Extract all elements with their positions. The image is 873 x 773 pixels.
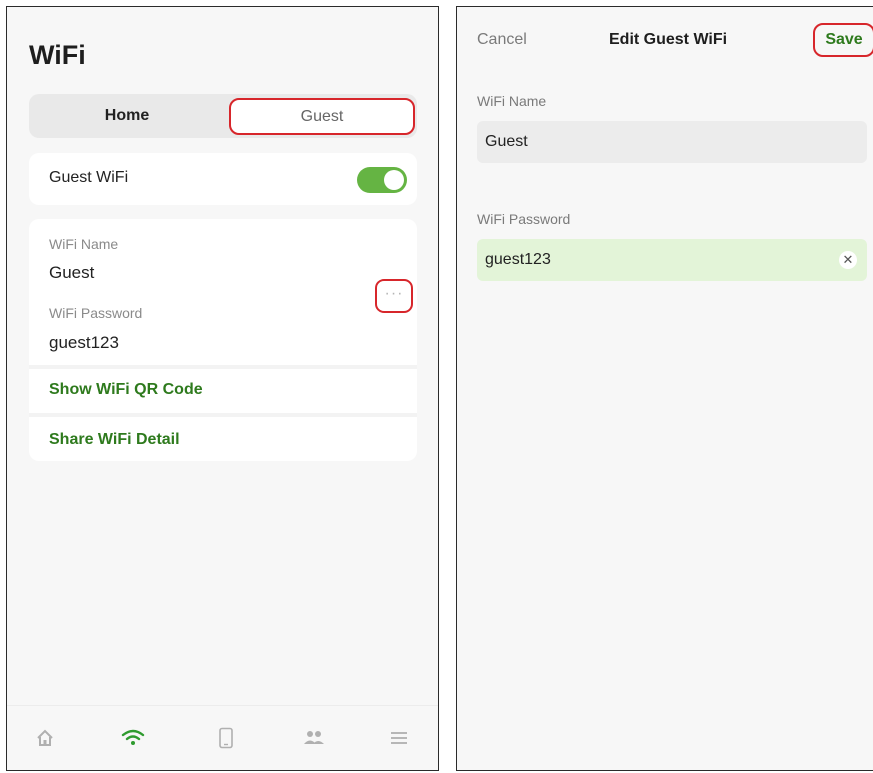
wifi-name-value: Guest <box>49 263 95 282</box>
wifi-password-input[interactable]: guest123 ✕ <box>477 239 867 281</box>
tabbar-home[interactable] <box>29 722 61 754</box>
toggle-knob <box>384 170 404 190</box>
cancel-button[interactable]: Cancel <box>477 31 527 49</box>
tab-home[interactable]: Home <box>29 94 225 138</box>
page-title: WiFi <box>29 40 86 70</box>
bottom-tab-bar <box>7 705 438 770</box>
tabbar-people[interactable] <box>298 722 330 754</box>
guest-wifi-card: Guest WiFi <box>29 153 417 205</box>
share-wifi-detail-link[interactable]: Share WiFi Detail <box>49 431 180 449</box>
page-title: Edit Guest WiFi <box>609 31 728 48</box>
save-button[interactable]: Save <box>813 23 873 57</box>
clear-icon[interactable]: ✕ <box>839 251 857 269</box>
more-icon: ··· <box>384 285 404 302</box>
network-segmented-control: Home Guest <box>29 94 417 138</box>
guest-wifi-toggle[interactable] <box>357 167 407 193</box>
home-icon <box>37 729 53 746</box>
divider <box>29 365 417 369</box>
tabbar-wifi[interactable] <box>117 722 149 754</box>
wifi-name-input[interactable]: Guest <box>477 121 867 163</box>
device-icon <box>219 727 233 749</box>
tabbar-menu[interactable] <box>383 722 415 754</box>
divider <box>29 413 417 417</box>
wifi-name-label: WiFi Name <box>49 236 119 252</box>
wifi-password-label: WiFi Password <box>49 305 143 321</box>
wifi-name-label: WiFi Name <box>477 93 547 109</box>
tabbar-devices[interactable] <box>210 722 242 754</box>
wifi-password-value: guest123 <box>485 251 551 268</box>
wifi-password-value: guest123 <box>49 333 119 352</box>
edit-guest-wifi-screen: Cancel Edit Guest WiFi Save WiFi Name Gu… <box>456 6 873 771</box>
wifi-screen: WiFi Home Guest Guest WiFi WiFi Name Gue… <box>6 6 439 771</box>
wifi-icon <box>121 729 145 745</box>
people-icon <box>304 731 324 744</box>
wifi-details-card: WiFi Name Guest WiFi Password guest123 ·… <box>29 219 417 461</box>
tab-guest[interactable]: Guest <box>229 98 415 135</box>
menu-icon <box>391 732 407 744</box>
show-qr-code-link[interactable]: Show WiFi QR Code <box>49 381 203 399</box>
nav-header: Cancel Edit Guest WiFi Save <box>457 7 873 71</box>
wifi-password-label: WiFi Password <box>477 211 571 227</box>
more-options-button[interactable]: ··· <box>375 279 413 313</box>
guest-wifi-label: Guest WiFi <box>49 169 129 186</box>
